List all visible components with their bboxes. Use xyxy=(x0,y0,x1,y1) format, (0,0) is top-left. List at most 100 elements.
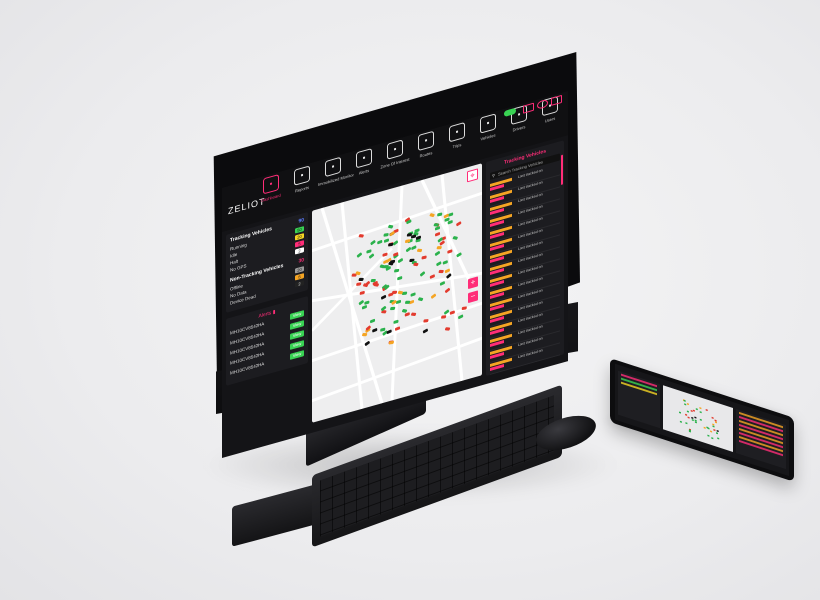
nav-item-2[interactable]: ▪ Immobilized Monitor xyxy=(318,155,354,188)
tablet-vehicle-marker xyxy=(695,408,698,411)
vehicle-map[interactable]: ⌖ + − xyxy=(312,163,482,423)
product-mockup-scene: ● ZELIOT ▪Dashboard▪Reports▪Immobilized … xyxy=(0,0,820,600)
tablet-vehicle-marker xyxy=(712,423,715,426)
status-label: Idle xyxy=(230,251,238,259)
nav-item-6[interactable]: ▪ Trips xyxy=(442,120,472,152)
non-tracking-count: 30 xyxy=(298,257,304,265)
tablet-vehicle-marker xyxy=(699,407,702,410)
vehicle-marker xyxy=(416,248,423,253)
vehicle-marker xyxy=(401,309,408,313)
nav-item-label: Trips xyxy=(452,141,462,150)
vehicle-marker xyxy=(388,242,394,247)
tracking-vehicles-panel: Tracking Vehicles ⚲ Search Tracking Vehi… xyxy=(486,140,564,377)
vehicle-marker xyxy=(439,281,445,286)
alert-org: HA xyxy=(258,341,265,348)
tablet-vehicle-marker xyxy=(686,410,689,413)
list-scrollbar[interactable] xyxy=(561,154,563,186)
nav-item-label: Dashboard xyxy=(261,192,281,204)
nav-item-5[interactable]: ▪ Routes xyxy=(411,129,441,161)
tablet-vehicle-marker xyxy=(713,428,716,432)
tablet-vehicle-marker xyxy=(686,402,689,406)
nav-item-1[interactable]: ▪ Reports xyxy=(287,163,317,195)
tablet-vehicle-marker xyxy=(685,422,688,425)
map-canvas xyxy=(312,173,482,410)
vehicle-marker xyxy=(452,236,458,240)
vehicle-marker xyxy=(405,247,412,252)
tablet-vehicle-marker xyxy=(690,409,693,413)
vehicle-marker xyxy=(434,232,441,237)
vehicle-marker xyxy=(356,252,362,258)
tablet-vehicle-marker xyxy=(707,434,710,437)
nav-item-label: Immobilized Monitor xyxy=(318,172,354,188)
tablet-vehicle-marker xyxy=(716,432,718,435)
ipad-tablet xyxy=(610,358,794,482)
vehicle-marker xyxy=(392,240,399,246)
nav-item-label: Reports xyxy=(294,184,309,194)
vehicle-marker xyxy=(364,300,370,305)
nav-item-7[interactable]: ▪ Vehicles xyxy=(473,111,503,143)
tablet-vehicle-marker xyxy=(685,413,688,416)
alert-org: HA xyxy=(258,331,265,338)
vehicle-marker xyxy=(422,328,428,334)
vehicle-marker xyxy=(421,255,427,260)
tablet-vehicle-marker xyxy=(699,418,702,421)
vehicle-marker xyxy=(418,297,424,302)
vehicle-marker xyxy=(448,212,454,217)
vehicle-marker xyxy=(388,292,394,297)
vehicle-marker xyxy=(430,293,437,299)
vehicle-marker xyxy=(444,287,451,293)
vehicle-marker xyxy=(438,269,444,274)
tablet-vehicle-marker xyxy=(679,420,682,423)
search-icon: ⚲ xyxy=(492,172,495,179)
vehicle-marker xyxy=(414,228,420,233)
vehicle-marker xyxy=(389,231,395,237)
vehicle-marker xyxy=(368,253,375,259)
tablet-vehicle-marker xyxy=(694,416,697,419)
nav-item-4[interactable]: ▪ Zone Of Interest xyxy=(380,137,410,170)
vehicle-marker xyxy=(383,233,389,237)
tablet-vehicle-marker xyxy=(715,421,717,424)
tablet-map-canvas xyxy=(679,399,720,440)
tablet-vehicle-marker xyxy=(703,426,706,429)
vehicle-marker xyxy=(444,268,450,274)
vehicle-marker xyxy=(429,213,435,218)
vehicle-marker xyxy=(410,312,417,317)
vehicle-marker xyxy=(442,260,448,265)
tablet-vehicle-marker xyxy=(706,426,709,429)
nav-item-label: Vehicles xyxy=(480,132,496,142)
vehicle-marker xyxy=(456,221,462,227)
vehicle-marker xyxy=(444,327,451,331)
zone-icon: ▪ xyxy=(387,139,403,160)
reports-icon: ▪ xyxy=(294,165,310,186)
nav-item-3[interactable]: ▪ Alerts xyxy=(349,146,379,178)
tablet-vehicle-marker xyxy=(691,416,694,419)
tablet-vehicle-marker xyxy=(699,411,702,414)
vehicles-icon: ▪ xyxy=(480,113,496,134)
tablet-vehicle-marker xyxy=(711,437,714,440)
nav-item-label: Alerts xyxy=(358,167,370,176)
vehicle-marker xyxy=(380,327,386,332)
nav-item-0[interactable]: ▪ Dashboard xyxy=(256,172,286,204)
tablet-vehicle-marker xyxy=(687,416,690,419)
routes-icon: ▪ xyxy=(418,130,434,152)
alert-org: HA xyxy=(258,361,265,368)
alert-view-button[interactable]: View xyxy=(290,310,304,320)
vehicle-marker xyxy=(404,312,410,317)
tablet-screen xyxy=(615,363,789,477)
vehicle-marker xyxy=(390,306,396,311)
trips-icon: ▪ xyxy=(449,121,465,143)
vehicle-marker xyxy=(370,278,376,283)
vehicle-marker xyxy=(383,238,390,243)
map-street xyxy=(312,336,482,403)
tablet-vehicle-marker xyxy=(679,411,681,414)
tablet-vehicle-marker xyxy=(711,416,714,419)
dashboard-icon: ▪ xyxy=(263,174,279,195)
tablet-left-panel xyxy=(618,370,660,429)
tablet-vehicle-marker xyxy=(716,429,719,433)
left-panel: Tracking Vehicles 90 Running 50 Idle 20 Halt… xyxy=(226,211,308,445)
vehicle-marker xyxy=(458,314,464,320)
vehicle-marker xyxy=(366,249,372,254)
vehicle-marker xyxy=(429,274,435,279)
nav-item-label: Drivers xyxy=(512,124,526,133)
vehicle-marker xyxy=(411,245,417,250)
